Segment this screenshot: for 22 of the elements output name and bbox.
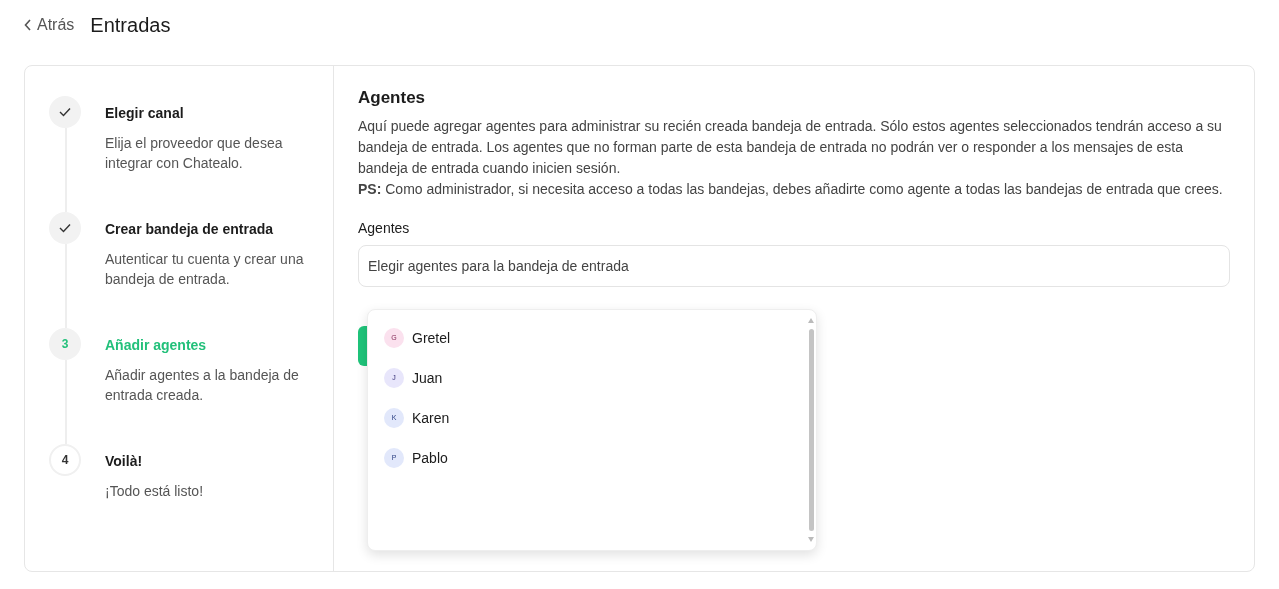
step-title: Elegir canal bbox=[105, 104, 185, 123]
agents-select-field[interactable]: Elegir agentes para la bandeja de entrada bbox=[358, 245, 1230, 288]
step-number: 3 bbox=[49, 328, 81, 360]
step-description: Añadir agentes a la bandeja de entrada creada. bbox=[105, 366, 300, 405]
back-link[interactable]: Atrás bbox=[24, 13, 75, 37]
section-note: PS: Como administrador, si necesita acceso a todas las bandejas, debes añadirte como agente a todas las bandejas de entrada que crees. bbox=[358, 180, 1224, 200]
scroll-up-icon[interactable] bbox=[808, 318, 814, 323]
step-title: Añadir agentes bbox=[105, 336, 208, 355]
scroll-down-icon[interactable] bbox=[808, 537, 814, 542]
section-title: Agentes bbox=[358, 88, 427, 109]
step-description: ¡Todo está listo! bbox=[105, 482, 204, 501]
field-label: Agentes bbox=[358, 219, 411, 239]
scrollbar-thumb[interactable] bbox=[808, 329, 814, 531]
step-description: Autenticar tu cuenta y crear una bandeja de entrada. bbox=[105, 250, 305, 289]
step-title: Crear bandeja de entrada bbox=[105, 220, 275, 239]
back-label: Atrás bbox=[37, 15, 75, 35]
step-description: Elija el proveedor que desea integrar con Chatealo. bbox=[105, 134, 284, 173]
section-description: Aquí puede agregar agentes para administrar su recién creada bandeja de entrada. Sólo estos agentes seleccionados tendrán acceso a su bandeja de entrada. Los agentes que no forman parte de esta bandeja de entrada no podrán ver o responder a los mensajes de esta bandeja de entrada cuando inicien sesión. bbox=[358, 117, 1223, 179]
step-number: 4 bbox=[49, 444, 81, 476]
step-title: Voilà! bbox=[105, 452, 144, 471]
chevron-left-icon bbox=[24, 19, 32, 31]
page-title: Entradas bbox=[90, 13, 171, 37]
